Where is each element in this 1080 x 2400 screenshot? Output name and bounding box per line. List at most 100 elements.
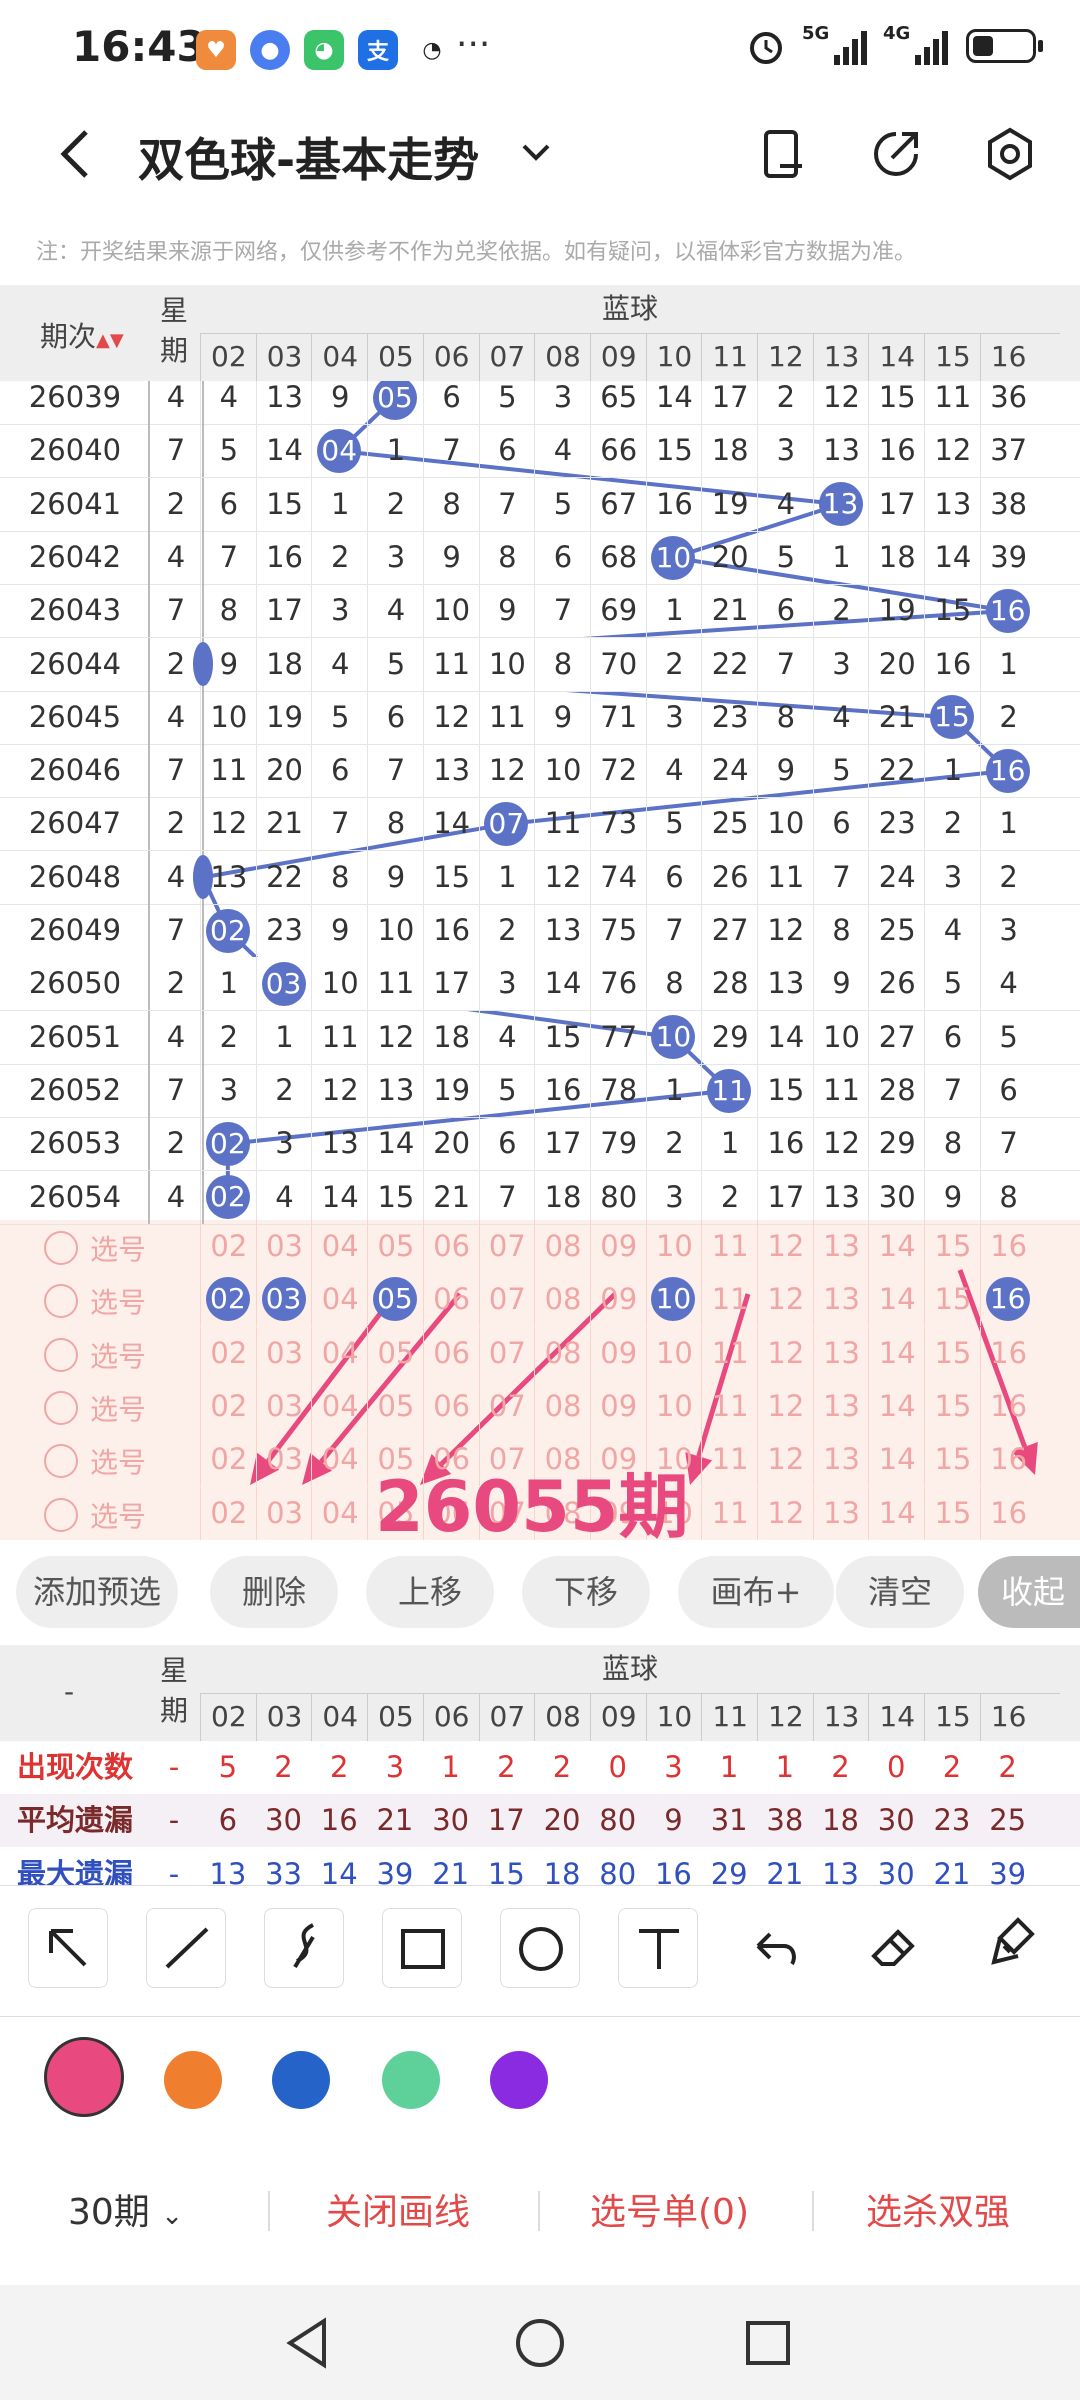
eraser-icon[interactable] — [854, 1908, 934, 1988]
pick-number[interactable]: 04 — [311, 1379, 368, 1433]
page-title[interactable]: 双色球-基本走势 — [138, 124, 479, 190]
selected-pick-ball[interactable]: 10 — [651, 1277, 696, 1322]
pick-number[interactable]: 12 — [757, 1326, 814, 1380]
pick-radio[interactable] — [44, 1497, 78, 1532]
color-swatch[interactable] — [272, 2051, 330, 2109]
pick-radio[interactable] — [44, 1444, 78, 1479]
text-tool-icon[interactable] — [618, 1908, 698, 1988]
nav-back-icon[interactable] — [280, 2315, 336, 2371]
pick-number[interactable]: 14 — [868, 1326, 925, 1380]
pick-number[interactable]: 04 — [311, 1273, 368, 1327]
pick-number[interactable]: 07 — [478, 1273, 536, 1327]
pick-label[interactable]: 选号 — [44, 1335, 146, 1375]
pick-number[interactable]: 02 — [200, 1220, 257, 1273]
pick-number[interactable]: 15 — [924, 1433, 981, 1487]
pick-label[interactable]: 选号 — [44, 1388, 146, 1428]
pick-number[interactable]: 14 — [868, 1379, 925, 1433]
pick-number[interactable]: 08 — [534, 1326, 591, 1380]
pick-number[interactable]: 07 — [478, 1220, 536, 1273]
color-swatch[interactable] — [382, 2051, 440, 2109]
pick-number[interactable]: 05 — [367, 1326, 424, 1380]
kill-strong-button[interactable]: 选杀双强 — [866, 2183, 1010, 2235]
pick-number[interactable]: 13 — [812, 1433, 870, 1487]
pick-number[interactable]: 10 — [645, 1220, 703, 1273]
pick-label[interactable]: 选号 — [44, 1228, 146, 1268]
pick-number[interactable]: 09 — [589, 1220, 647, 1273]
pick-number[interactable]: 16 — [979, 1220, 1037, 1273]
pick-number[interactable]: 08 — [534, 1220, 591, 1273]
pick-number[interactable]: 13 — [812, 1326, 870, 1380]
pick-number[interactable]: 15 — [924, 1273, 981, 1327]
pick-number[interactable]: 02 — [200, 1433, 257, 1487]
pick-number[interactable]: 05 — [367, 1220, 424, 1273]
pick-number[interactable]: 03 — [255, 1379, 313, 1433]
circle-tool-icon[interactable] — [500, 1908, 580, 1988]
pick-number[interactable]: 11 — [701, 1433, 758, 1487]
pick-number[interactable]: 14 — [868, 1433, 925, 1487]
period-count-select[interactable]: 30期 ⌄ — [68, 2183, 183, 2235]
pick-number[interactable]: 12 — [757, 1220, 814, 1273]
pick-number[interactable]: 09 — [589, 1326, 647, 1380]
pick-number[interactable]: 16 — [979, 1486, 1037, 1540]
curve-tool-icon[interactable] — [264, 1908, 344, 1988]
pick-list-button[interactable]: 选号单(0) — [590, 2183, 749, 2235]
action-button[interactable]: 添加预选 — [16, 1556, 178, 1628]
pick-number[interactable]: 16 — [979, 1379, 1037, 1433]
undo-icon[interactable] — [736, 1908, 816, 1988]
pick-number[interactable]: 04 — [311, 1220, 368, 1273]
pick-number[interactable]: 15 — [924, 1379, 981, 1433]
pick-number[interactable]: 03 — [255, 1433, 313, 1487]
pick-number[interactable]: 11 — [701, 1326, 758, 1380]
pick-number[interactable]: 10 — [645, 1326, 703, 1380]
selected-pick-ball[interactable]: 05 — [372, 1277, 417, 1322]
pick-number[interactable]: 11 — [701, 1379, 758, 1433]
pick-number[interactable]: 02 — [200, 1379, 257, 1433]
rectangle-tool-icon[interactable] — [382, 1908, 462, 1988]
selected-pick-ball[interactable]: 16 — [985, 1277, 1030, 1322]
pick-number[interactable]: 03 — [255, 1326, 313, 1380]
pick-number[interactable]: 09 — [589, 1273, 647, 1327]
pick-number[interactable]: 09 — [589, 1379, 647, 1433]
selected-pick-ball[interactable]: 02 — [205, 1277, 250, 1322]
pick-number[interactable]: 12 — [757, 1433, 814, 1487]
pick-number[interactable]: 13 — [812, 1273, 870, 1327]
chevron-down-icon[interactable] — [516, 138, 556, 168]
pick-radio[interactable] — [44, 1231, 78, 1265]
pick-number[interactable]: 13 — [812, 1486, 870, 1540]
pick-number[interactable]: 16 — [979, 1326, 1037, 1380]
action-button[interactable]: 清空 — [836, 1556, 964, 1628]
pick-number[interactable]: 05 — [367, 1379, 424, 1433]
color-swatch[interactable] — [44, 2037, 124, 2117]
pick-number[interactable]: 08 — [534, 1379, 591, 1433]
pick-number[interactable]: 03 — [255, 1486, 313, 1540]
pick-number[interactable]: 15 — [924, 1486, 981, 1540]
pick-number[interactable]: 11 — [701, 1220, 758, 1273]
pick-number[interactable]: 04 — [311, 1433, 368, 1487]
pick-number[interactable]: 11 — [701, 1486, 758, 1540]
pick-number[interactable]: 14 — [868, 1220, 925, 1273]
action-button[interactable]: 收起 — [978, 1556, 1080, 1628]
pick-radio[interactable] — [44, 1337, 78, 1372]
pick-number[interactable]: 06 — [422, 1220, 480, 1273]
pick-number[interactable]: 06 — [422, 1379, 480, 1433]
pick-number[interactable]: 07 — [478, 1379, 536, 1433]
pick-number[interactable]: 07 — [478, 1326, 536, 1380]
nav-recents-icon[interactable] — [740, 2315, 796, 2371]
pick-label[interactable]: 选号 — [44, 1441, 146, 1481]
pick-number[interactable]: 14 — [868, 1486, 925, 1540]
pick-number[interactable]: 06 — [422, 1326, 480, 1380]
pick-number[interactable]: 12 — [757, 1379, 814, 1433]
pick-number[interactable]: 13 — [812, 1220, 870, 1273]
action-button[interactable]: 删除 — [210, 1556, 338, 1628]
screen-icon[interactable] — [756, 126, 812, 182]
back-icon[interactable] — [48, 124, 108, 184]
arrow-tool-icon[interactable] — [28, 1908, 108, 1988]
brush-clear-icon[interactable] — [972, 1908, 1052, 1988]
pick-label[interactable]: 选号 — [44, 1495, 146, 1535]
color-swatch[interactable] — [164, 2051, 222, 2109]
pick-number[interactable]: 12 — [757, 1273, 814, 1327]
pick-radio[interactable] — [44, 1390, 78, 1425]
pick-number[interactable]: 02 — [200, 1486, 257, 1540]
action-button[interactable]: 下移 — [522, 1556, 650, 1628]
nav-home-icon[interactable] — [512, 2315, 568, 2371]
